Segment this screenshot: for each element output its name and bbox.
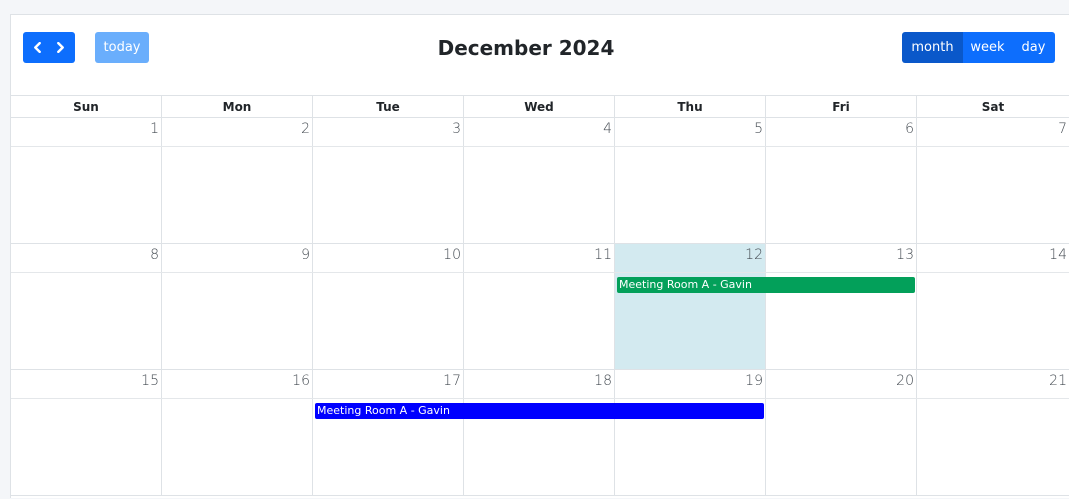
weekday-header-tue: Tue (313, 96, 464, 117)
day-cell-20[interactable]: 20 (766, 370, 917, 495)
day-number[interactable]: 3 (452, 121, 461, 137)
day-number[interactable]: 1 (150, 121, 159, 137)
chevron-right-icon (57, 42, 64, 53)
day-number[interactable]: 13 (896, 247, 914, 263)
weekday-header-row: Sun Mon Tue Wed Thu Fri Sat (11, 95, 1069, 118)
week-view-button[interactable]: week (963, 32, 1012, 63)
day-cell-19[interactable]: 19 (615, 370, 766, 495)
day-cell-1[interactable]: 1 (11, 118, 162, 243)
day-cell-7[interactable]: 7 (917, 118, 1069, 243)
week-divider (11, 146, 1069, 147)
day-number[interactable]: 8 (150, 247, 159, 263)
next-button[interactable] (49, 32, 72, 63)
day-number[interactable]: 12 (745, 247, 763, 263)
day-number[interactable]: 7 (1058, 121, 1067, 137)
day-number[interactable]: 6 (905, 121, 914, 137)
day-cell-14[interactable]: 14 (917, 244, 1069, 369)
week-row: 1 2 3 4 5 6 7 (11, 118, 1069, 244)
view-button-group: month week day (902, 32, 1055, 63)
month-view-button[interactable]: month (902, 32, 963, 63)
weekday-header-sun: Sun (11, 96, 162, 117)
day-number[interactable]: 2 (301, 121, 310, 137)
day-cell-8[interactable]: 8 (11, 244, 162, 369)
day-number[interactable]: 10 (443, 247, 461, 263)
day-cell-10[interactable]: 10 (313, 244, 464, 369)
prev-button[interactable] (26, 32, 49, 63)
weekday-header-sat: Sat (917, 96, 1069, 117)
day-view-button[interactable]: day (1012, 32, 1055, 63)
week-divider (11, 398, 1069, 399)
day-cell-2[interactable]: 2 (162, 118, 313, 243)
week-divider (11, 272, 1069, 273)
day-cell-4[interactable]: 4 (464, 118, 615, 243)
day-cell-16[interactable]: 16 (162, 370, 313, 495)
day-number[interactable]: 18 (594, 373, 612, 389)
day-cell-5[interactable]: 5 (615, 118, 766, 243)
calendar-title: December 2024 (437, 36, 615, 60)
chevron-left-icon (34, 42, 41, 53)
day-number[interactable]: 16 (292, 373, 310, 389)
day-cell-17[interactable]: 17 (313, 370, 464, 495)
nav-button-group (23, 32, 75, 63)
calendar-event[interactable]: Meeting Room A - Gavin (617, 277, 915, 293)
day-cell-13[interactable]: 13 (766, 244, 917, 369)
day-number[interactable]: 9 (301, 247, 310, 263)
day-cell-9[interactable]: 9 (162, 244, 313, 369)
day-cell-18[interactable]: 18 (464, 370, 615, 495)
month-grid: Sun Mon Tue Wed Thu Fri Sat 1 2 3 4 5 6 7 8 9 10 11 12 13 1… (11, 95, 1069, 499)
day-number[interactable]: 5 (754, 121, 763, 137)
day-number[interactable]: 17 (443, 373, 461, 389)
day-cell-15[interactable]: 15 (11, 370, 162, 495)
today-button[interactable]: today (95, 32, 149, 63)
day-cell-21[interactable]: 21 (917, 370, 1069, 495)
day-cell-3[interactable]: 3 (313, 118, 464, 243)
day-number[interactable]: 11 (594, 247, 612, 263)
day-number[interactable]: 15 (141, 373, 159, 389)
day-cell-12[interactable]: 12 (615, 244, 766, 369)
calendar-event[interactable]: Meeting Room A - Gavin (315, 403, 764, 419)
weekday-header-fri: Fri (766, 96, 917, 117)
day-number[interactable]: 21 (1049, 373, 1067, 389)
day-cell-11[interactable]: 11 (464, 244, 615, 369)
day-cell-6[interactable]: 6 (766, 118, 917, 243)
day-number[interactable]: 19 (745, 373, 763, 389)
week-row: 8 9 10 11 12 13 14 (11, 244, 1069, 370)
weekday-header-thu: Thu (615, 96, 766, 117)
day-number[interactable]: 4 (603, 121, 612, 137)
calendar-panel: today December 2024 month week day Sun Mo… (10, 14, 1069, 498)
weekday-header-mon: Mon (162, 96, 313, 117)
top-strip (0, 0, 1069, 5)
weekday-header-wed: Wed (464, 96, 615, 117)
week-row: 15 16 17 18 19 20 21 (11, 370, 1069, 496)
day-number[interactable]: 14 (1049, 247, 1067, 263)
day-number[interactable]: 20 (896, 373, 914, 389)
